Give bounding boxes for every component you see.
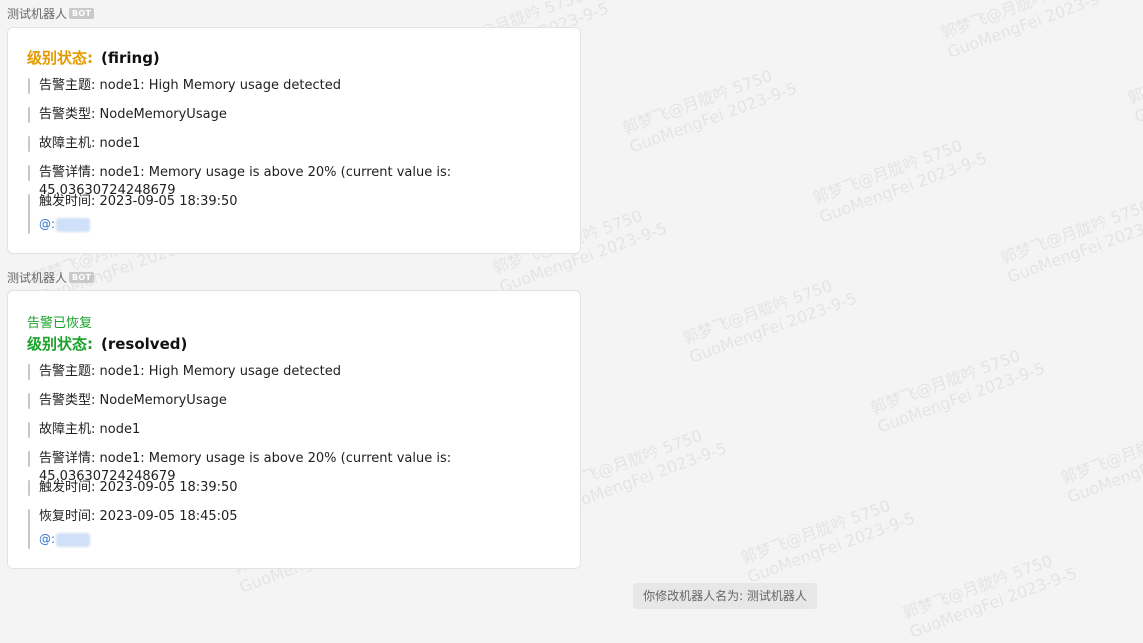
sender-name[interactable]: 测试机器人 [7, 269, 67, 286]
alert-card-firing: 级别状态: (firing) 告警主题: node1: High Memory … [7, 27, 581, 254]
mention-link[interactable]: @: [39, 531, 238, 547]
watermark: 郭梦飞@月胧吟 5750GuoMengFei 2023-9-5 [810, 136, 990, 227]
bot-badge: BOT [69, 8, 95, 19]
alert-card-resolved: 告警已恢复 级别状态: (resolved) 告警主题: node1: High… [7, 290, 581, 569]
watermark: 郭梦飞@月胧吟 5750GuoMengFei 2023-9-5 [998, 196, 1143, 287]
status-line: 级别状态: (resolved) [27, 333, 187, 354]
trigger-time-block: 触发时间: 2023-09-05 18:39:50 @: [27, 193, 238, 234]
watermark: 郭梦飞@月胧吟 5750GuoMengFei 2023-9-5 [938, 0, 1118, 62]
status-label: 级别状态: [27, 335, 93, 353]
bot-badge: BOT [69, 272, 95, 283]
redacted-user [56, 217, 91, 232]
fault-host: 故障主机: node1 [27, 135, 140, 153]
alert-subject: 告警主题: node1: High Memory usage detected [27, 363, 341, 381]
watermark: 郭梦飞@月胧吟 5750GuoMengFei 2023-9-5 [868, 346, 1048, 437]
status-line: 级别状态: (firing) [27, 47, 160, 68]
message-sender[interactable]: 测试机器人 BOT [7, 269, 95, 286]
status-label: 级别状态: [27, 49, 93, 67]
redacted-user [56, 532, 91, 547]
fault-host: 故障主机: node1 [27, 421, 140, 439]
watermark: 郭梦飞@月胧吟 5750GuoMengFei 2023-9-5 [900, 551, 1080, 642]
watermark: 郭梦飞@月胧吟 5750GuoMengFei 2023-9-5 [1125, 36, 1143, 127]
watermark: 郭梦飞@月胧吟 5750GuoMengFei 2023-9-5 [1058, 416, 1143, 507]
alert-subject: 告警主题: node1: High Memory usage detected [27, 77, 341, 95]
status-value: (resolved) [101, 335, 188, 353]
watermark: 郭梦飞@月胧吟 5750GuoMengFei 2023-9-5 [680, 276, 860, 367]
system-notice: 你修改机器人名为: 测试机器人 [633, 583, 817, 609]
recovery-time-block: 恢复时间: 2023-09-05 18:45:05 @: [27, 508, 238, 549]
recovered-notice: 告警已恢复 [27, 316, 93, 331]
trigger-time: 触发时间: 2023-09-05 18:39:50 [27, 479, 238, 497]
alert-type: 告警类型: NodeMemoryUsage [27, 392, 227, 410]
watermark: 郭梦飞@月胧吟 5750GuoMengFei 2023-9-5 [738, 496, 918, 587]
alert-type: 告警类型: NodeMemoryUsage [27, 106, 227, 124]
mention-link[interactable]: @: [39, 216, 238, 232]
sender-name[interactable]: 测试机器人 [7, 5, 67, 22]
recovery-time: 恢复时间: 2023-09-05 18:45:05 [39, 509, 238, 524]
message-sender[interactable]: 测试机器人 BOT [7, 5, 95, 22]
watermark: 郭梦飞@月胧吟 5750GuoMengFei 2023-9-5 [620, 66, 800, 157]
status-value: (firing) [101, 49, 160, 67]
trigger-time: 触发时间: 2023-09-05 18:39:50 [39, 194, 238, 209]
